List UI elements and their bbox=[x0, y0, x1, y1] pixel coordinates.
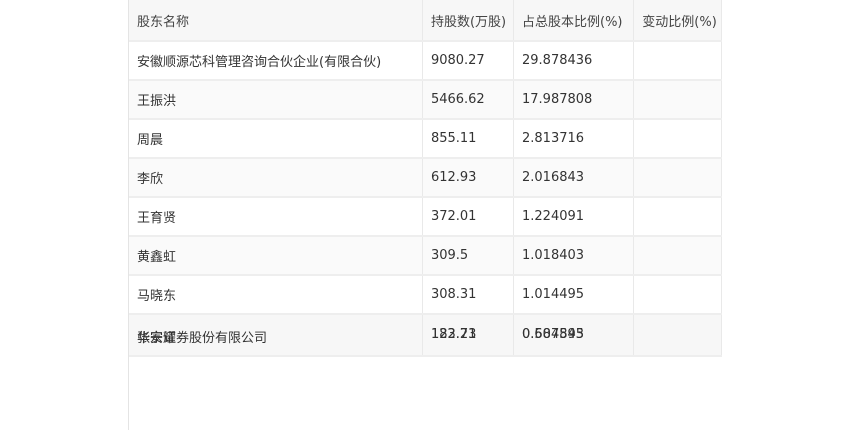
table-row: 安徽顺源芯科管理咨询合伙企业(有限合伙) 9080.27 29.878436 bbox=[129, 41, 722, 81]
shares-cell: 308.31 bbox=[422, 275, 515, 315]
shareholder-name-cell: 马晓东 bbox=[129, 275, 423, 315]
shares-cell: 5466.62 bbox=[422, 80, 515, 120]
header-shareholder-name: 股东名称 bbox=[129, 0, 423, 42]
overlapping-table-row: 张宗耀 华安证券股份有限公司 183.73 122.21 0.604545 0.… bbox=[129, 314, 722, 357]
shareholder-name-cell: 王育贤 bbox=[129, 197, 423, 237]
ratio-cell: 17.987808 bbox=[513, 80, 635, 120]
shareholder-name-cell: 安徽顺源芯科管理咨询合伙企业(有限合伙) bbox=[129, 41, 423, 81]
table-header-row: 股东名称 持股数(万股) 占总股本比例(%) 变动比例(%) bbox=[129, 0, 722, 42]
shares-cell: 855.11 bbox=[422, 119, 515, 159]
ratio-cell: 29.878436 bbox=[513, 41, 635, 81]
header-change-ratio: 变动比例(%) bbox=[633, 0, 722, 42]
shares-cell: 372.01 bbox=[422, 197, 515, 237]
table-row: 王育贤 372.01 1.224091 bbox=[129, 197, 722, 237]
ratio-cell: 1.014495 bbox=[513, 275, 635, 315]
change-cell bbox=[633, 41, 722, 81]
overlapping-text-stack: 0.604545 0.587893 bbox=[522, 327, 625, 343]
table-row: 黄鑫虹 309.5 1.018403 bbox=[129, 236, 722, 276]
shareholder-name-cell: 张宗耀 华安证券股份有限公司 bbox=[129, 314, 423, 357]
ratio-cell: 1.018403 bbox=[513, 236, 635, 276]
shareholder-table: 股东名称 持股数(万股) 占总股本比例(%) 变动比例(%) 安徽顺源芯科管理咨… bbox=[129, 0, 722, 357]
ratio-cell: 1.224091 bbox=[513, 197, 635, 237]
header-shares: 持股数(万股) bbox=[422, 0, 515, 42]
overlapping-text-stack: 张宗耀 华安证券股份有限公司 bbox=[137, 327, 414, 346]
table-row: 马晓东 308.31 1.014495 bbox=[129, 275, 722, 315]
change-cell bbox=[633, 314, 722, 357]
shareholder-name-cell: 李欣 bbox=[129, 158, 423, 198]
change-cell bbox=[633, 119, 722, 159]
header-share-ratio: 占总股本比例(%) bbox=[513, 0, 635, 42]
shares-cell: 183.73 122.21 bbox=[422, 314, 515, 357]
shareholder-name-cell: 周晨 bbox=[129, 119, 423, 159]
ratio-cell: 0.604545 0.587893 bbox=[513, 314, 635, 357]
change-cell bbox=[633, 275, 722, 315]
shares-cell: 309.5 bbox=[422, 236, 515, 276]
ratio-text: 0.587893 bbox=[522, 327, 585, 342]
shareholder-name-cell: 王振洪 bbox=[129, 80, 423, 120]
change-cell bbox=[633, 197, 722, 237]
change-cell bbox=[633, 158, 722, 198]
overlapping-text-stack: 183.73 122.21 bbox=[431, 327, 505, 343]
table-row: 周晨 855.11 2.813716 bbox=[129, 119, 722, 159]
change-cell bbox=[633, 236, 722, 276]
ratio-cell: 2.813716 bbox=[513, 119, 635, 159]
shares-cell: 612.93 bbox=[422, 158, 515, 198]
table-row: 王振洪 5466.62 17.987808 bbox=[129, 80, 722, 120]
shareholder-name-cell: 黄鑫虹 bbox=[129, 236, 423, 276]
shares-text: 122.21 bbox=[430, 327, 477, 342]
ratio-cell: 2.016843 bbox=[513, 158, 635, 198]
shareholder-name-text: 华安证券股份有限公司 bbox=[137, 331, 268, 346]
table-row: 李欣 612.93 2.016843 bbox=[129, 158, 722, 198]
change-cell bbox=[633, 80, 722, 120]
shares-cell: 9080.27 bbox=[422, 41, 515, 81]
